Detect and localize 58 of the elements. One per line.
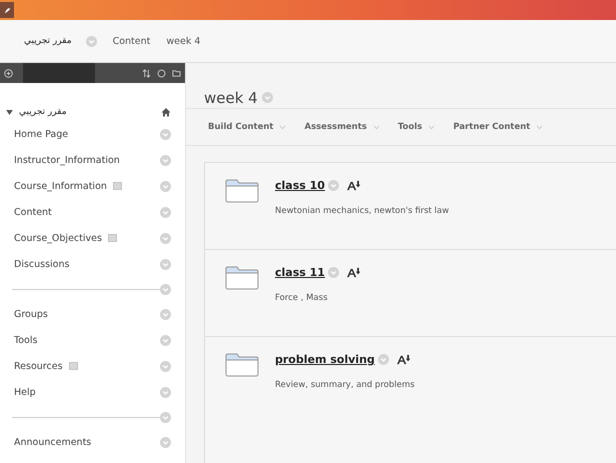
breadcrumb-link[interactable]: Content bbox=[112, 36, 150, 46]
chevron-circle-icon[interactable] bbox=[160, 386, 171, 398]
search-field[interactable] bbox=[23, 63, 95, 83]
sidebar-item[interactable]: Resources bbox=[14, 360, 63, 372]
chevron-circle-icon[interactable] bbox=[160, 308, 171, 320]
menu-button[interactable]: Partner Content bbox=[453, 122, 544, 132]
home-icon[interactable] bbox=[161, 107, 171, 117]
caret-icon[interactable] bbox=[6, 110, 13, 114]
sidebar-item[interactable]: Course_Information bbox=[14, 180, 107, 192]
chevron-circle-icon[interactable] bbox=[160, 334, 171, 346]
chevron-circle-icon[interactable] bbox=[160, 412, 171, 422]
chevron-circle-icon[interactable] bbox=[160, 258, 171, 270]
chevron-circle-icon[interactable] bbox=[328, 267, 339, 278]
chevron-circle-icon[interactable] bbox=[160, 154, 171, 166]
sidebar-item[interactable]: Course_Objectives bbox=[14, 232, 102, 244]
item-title-link[interactable]: class 11 bbox=[275, 266, 325, 279]
chevron-circle-icon[interactable] bbox=[160, 232, 171, 244]
sidebar-item[interactable]: Announcements bbox=[14, 436, 92, 448]
chevron-circle-icon[interactable] bbox=[160, 284, 171, 294]
logo-icon[interactable] bbox=[0, 2, 14, 18]
chevron-circle-icon[interactable] bbox=[160, 360, 171, 372]
caret-icon bbox=[536, 124, 544, 130]
sidebar-item[interactable]: Home Page bbox=[14, 128, 68, 140]
chevron-circle-icon[interactable] bbox=[262, 92, 273, 103]
chevron-circle-icon[interactable] bbox=[160, 180, 171, 192]
item-description: Newtonian mechanics, newton's first law bbox=[275, 206, 449, 216]
item-description: Review, summary, and problems bbox=[275, 380, 415, 390]
breadcrumb-link[interactable]: مقرر تجريبي bbox=[24, 36, 72, 46]
chevron-circle-icon[interactable] bbox=[378, 354, 389, 365]
folder-icon[interactable] bbox=[172, 68, 181, 78]
chevron-circle-icon[interactable] bbox=[328, 180, 339, 191]
sidebar-item[interactable]: Groups bbox=[14, 308, 48, 320]
breadcrumb-link[interactable]: week 4 bbox=[166, 36, 200, 46]
caret-icon bbox=[372, 124, 380, 130]
sidebar-item[interactable]: Help bbox=[14, 386, 36, 398]
caret-icon bbox=[428, 124, 436, 130]
sidebar-item[interactable]: Tools bbox=[14, 334, 38, 346]
chevron-circle-icon[interactable] bbox=[160, 436, 171, 448]
item-title-link[interactable]: problem solving bbox=[275, 353, 375, 366]
chevron-circle-icon[interactable] bbox=[86, 36, 97, 46]
folder-icon bbox=[225, 179, 259, 203]
menu-button[interactable]: Assessments bbox=[304, 122, 380, 132]
sidebar-item[interactable]: Discussions bbox=[14, 258, 70, 270]
chevron-circle-icon[interactable] bbox=[160, 206, 171, 218]
add-icon[interactable] bbox=[4, 68, 13, 78]
menu-button[interactable]: Tools bbox=[398, 122, 436, 132]
course-title[interactable]: مقرر تجريبي bbox=[19, 107, 67, 117]
folder-icon bbox=[225, 266, 259, 290]
sidebar-item[interactable]: Instructor_Information bbox=[14, 154, 120, 166]
item-description: Force , Mass bbox=[275, 293, 329, 303]
page-title: week 4 bbox=[204, 88, 258, 106]
folder-icon bbox=[225, 353, 259, 377]
sidebar-item[interactable]: Content bbox=[14, 206, 52, 218]
menu-button[interactable]: Build Content bbox=[208, 122, 286, 132]
caret-icon bbox=[279, 124, 286, 130]
chevron-circle-icon[interactable] bbox=[160, 128, 171, 140]
item-title-link[interactable]: class 10 bbox=[275, 179, 325, 192]
sort-icon[interactable] bbox=[142, 68, 151, 78]
